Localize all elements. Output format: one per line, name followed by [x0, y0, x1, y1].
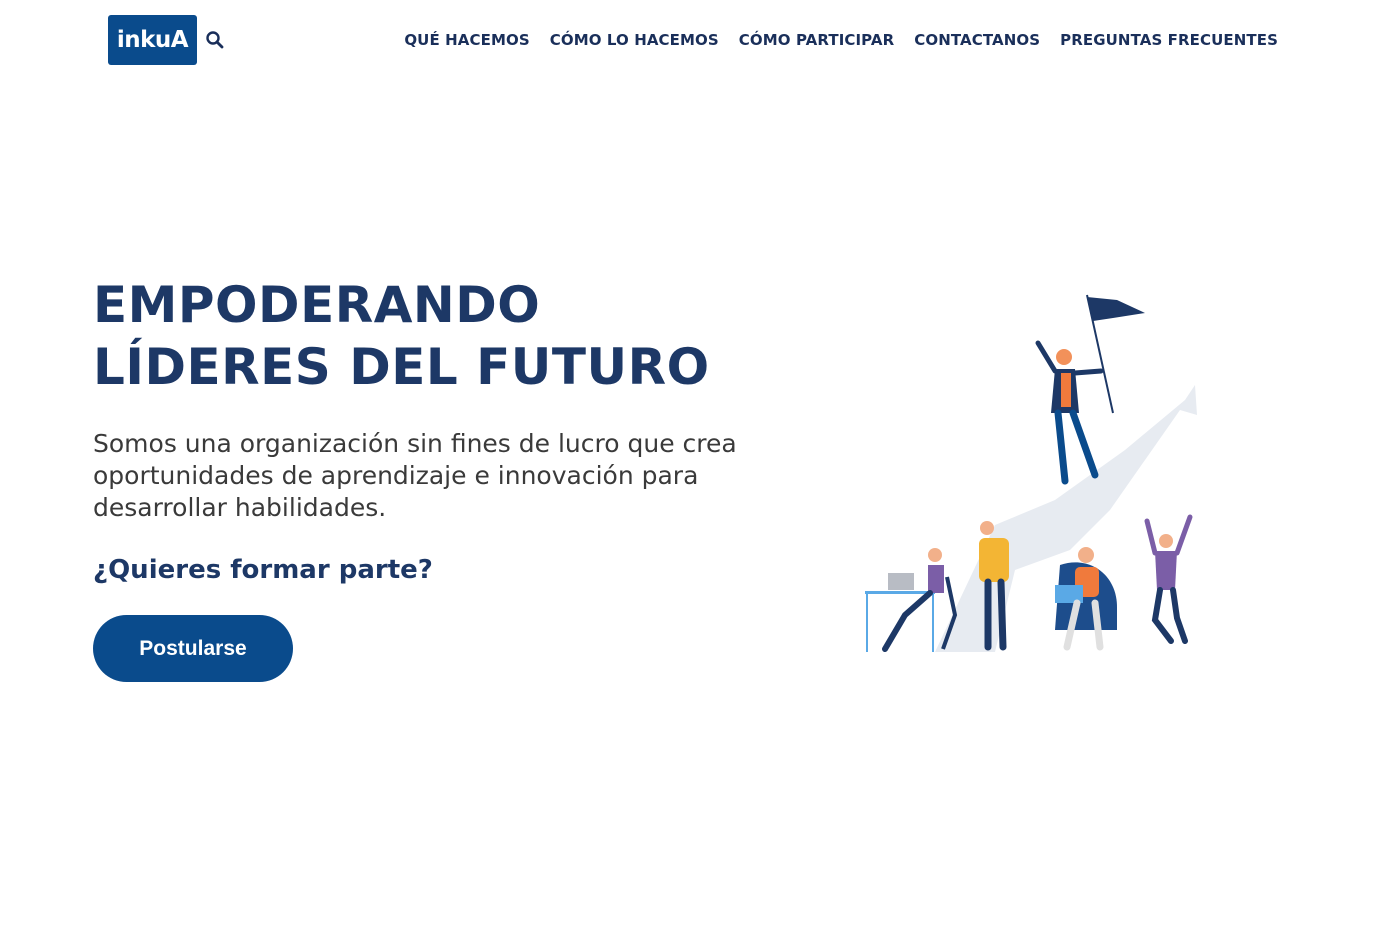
hero-illustration: [855, 285, 1215, 660]
nav-item-como-participar[interactable]: CÓMO PARTICIPAR: [739, 30, 894, 50]
nav-item-como-lo-hacemos[interactable]: CÓMO LO HACEMOS: [550, 30, 719, 50]
hero-title: EMPODERANDO LÍDERES DEL FUTURO: [93, 274, 793, 398]
site-header: inkuA QUÉ HACEMOS CÓMO LO HACEMOS CÓMO P…: [0, 0, 1386, 80]
hero-title-line1: EMPODERANDO: [93, 276, 541, 334]
main-nav: QUÉ HACEMOS CÓMO LO HACEMOS CÓMO PARTICI…: [384, 30, 1278, 50]
hero-subtitle: Somos una organización sin fines de lucr…: [93, 429, 737, 522]
hero-question: ¿Quieres formar parte?: [93, 555, 433, 585]
nav-item-preguntas-frecuentes[interactable]: PREGUNTAS FRECUENTES: [1060, 30, 1278, 50]
nav-item-que-hacemos[interactable]: QUÉ HACEMOS: [404, 30, 529, 50]
search-icon[interactable]: [205, 30, 225, 50]
hero-title-line2: LÍDERES DEL FUTURO: [93, 338, 710, 396]
nav-item-contactanos[interactable]: CONTACTANOS: [914, 30, 1040, 50]
apply-button[interactable]: Postularse: [93, 615, 293, 682]
logo[interactable]: inkuA: [108, 15, 197, 65]
